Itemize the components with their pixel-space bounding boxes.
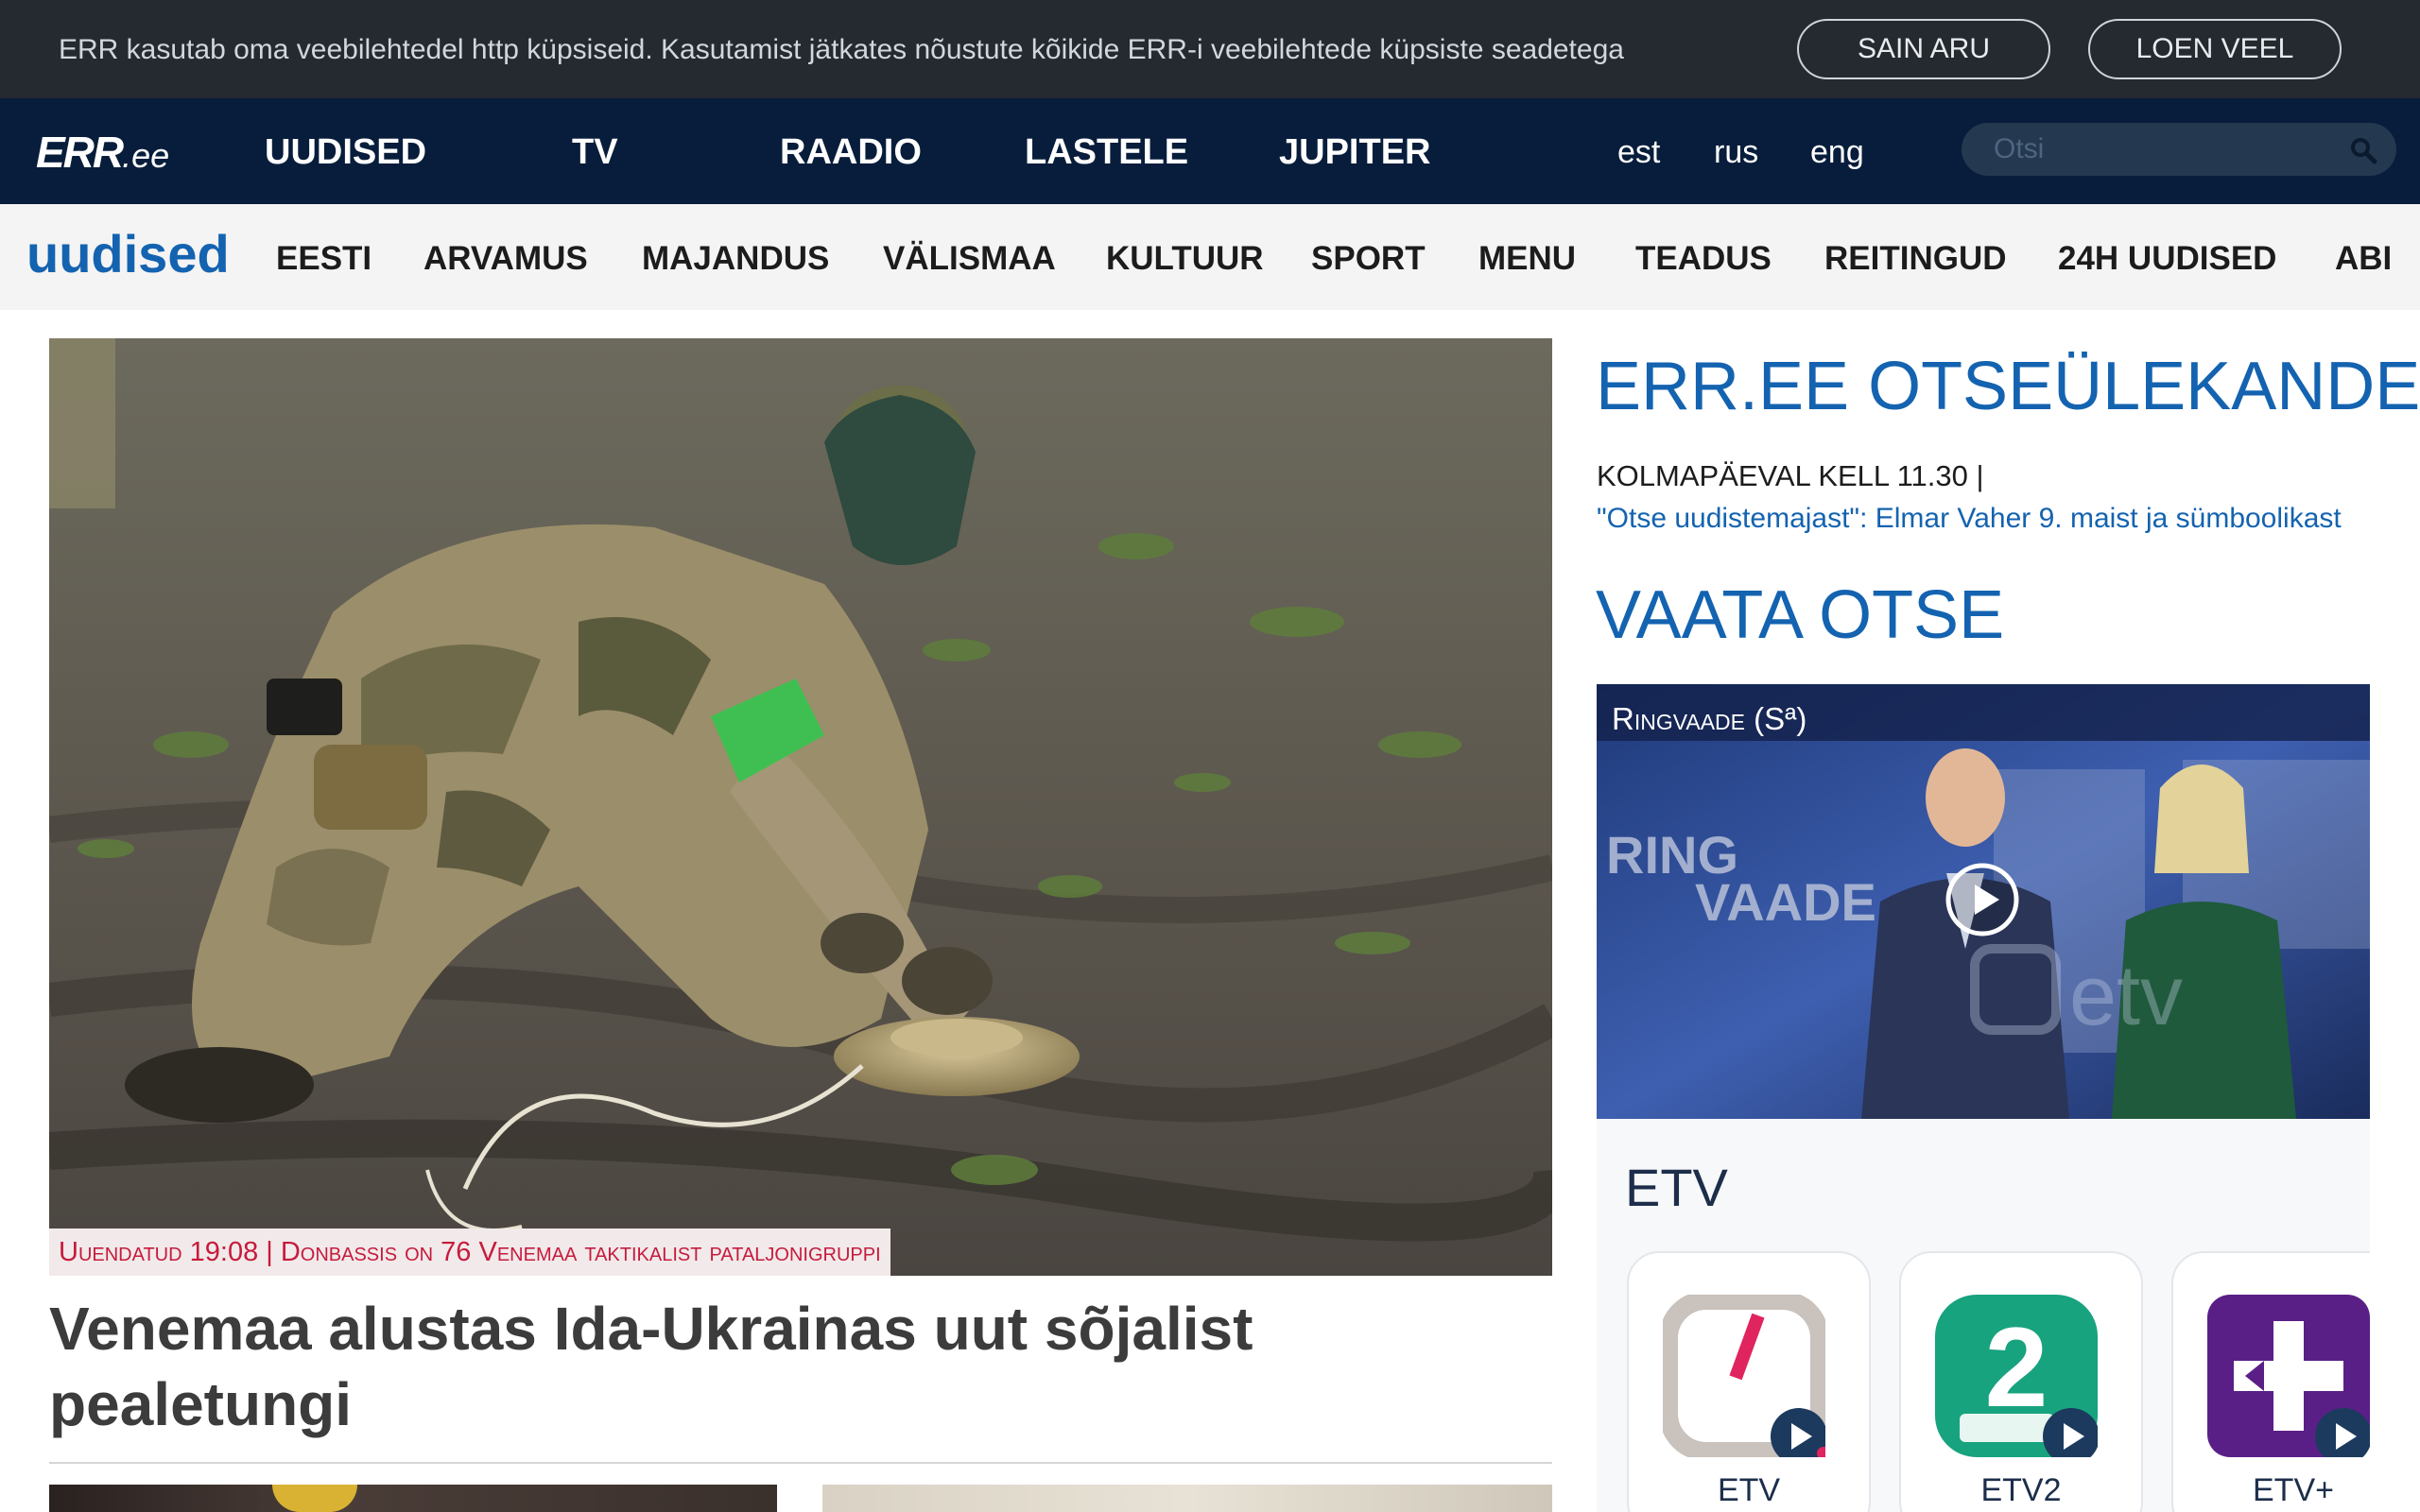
channel-card-etvplus[interactable]: ETV+ [2171,1251,2370,1512]
play-icon[interactable] [1945,862,2020,937]
video-label: Ringvaade (Sª) [1612,701,1807,736]
language-est[interactable]: est [1617,134,1660,171]
live-broadcast-time: KOLMAPÄEVAL KELL 11.30 | [1597,459,1984,492]
search-box [1962,123,2396,176]
cookie-accept-button[interactable]: SAIN ARU [1797,19,2050,79]
video-watermark: etv [2069,949,2183,1043]
live-video-player[interactable]: RING VAADE etv Ringvaade (Sª) [1597,684,2370,1119]
etv2-logo-icon: 2 [1935,1295,2098,1457]
channel-name: ETV2 [1980,1472,2062,1508]
section-item-reitingud[interactable]: REITINGUD [1824,240,2007,278]
section-navigation: uudised EESTI ARVAMUS MAJANDUS VÄLISMAA … [0,204,2420,310]
search-icon[interactable] [2349,136,2377,164]
nav-item-jupiter[interactable]: JUPITER [1279,132,1430,173]
logo-suffix-text: .ee [122,136,170,175]
main-navigation: ERR .ee UUDISED TV RAADIO LASTELE JUPITE… [0,98,2420,204]
watch-live-heading[interactable]: VAATA OTSE [1596,576,2004,654]
article-thumbnail[interactable] [822,1485,1552,1512]
section-item-arvamus[interactable]: ARVAMUS [424,240,588,278]
section-title[interactable]: uudised [26,223,230,284]
studio-text-2: VAADE [1695,872,1876,932]
channel-heading: ETV [1625,1158,1728,1217]
section-item-abi[interactable]: ABI [2335,240,2392,278]
section-item-majandus[interactable]: MAJANDUS [642,240,829,278]
nav-item-lastele[interactable]: LASTELE [1025,132,1188,173]
etv-logo-icon [1663,1295,1825,1457]
live-broadcasts-heading[interactable]: ERR.EE OTSEÜLEKANDED [1596,348,2420,425]
search-input[interactable] [1994,130,2334,168]
hero-headline[interactable]: Venemaa alustas Ida-Ukrainas uut sõjalis… [49,1291,1552,1442]
section-item-kultuur[interactable]: KULTUUR [1106,240,1264,278]
cookie-read-more-button[interactable]: LOEN VEEL [2088,19,2342,79]
section-item-valismaa[interactable]: VÄLISMAA [883,240,1056,278]
hero-article-image-link[interactable]: Uuendatud 19:08 | Donbassis on 76 Venema… [49,338,1552,1276]
nav-item-tv[interactable]: TV [572,132,618,173]
section-item-menu[interactable]: MENU [1478,240,1576,278]
section-item-eesti[interactable]: EESTI [276,240,372,278]
nav-item-raadio[interactable]: RAADIO [780,132,922,173]
divider [49,1462,1552,1464]
language-rus[interactable]: rus [1714,134,1758,171]
channel-card-etv[interactable]: ETV [1627,1251,1871,1512]
section-item-sport[interactable]: SPORT [1311,240,1426,278]
cookie-text: ERR kasutab oma veebilehtedel http küpsi… [59,34,1624,65]
section-item-teadus[interactable]: TEADUS [1635,240,1772,278]
channel-name: ETV [1717,1472,1781,1508]
hero-caption[interactable]: Uuendatud 19:08 | Donbassis on 76 Venema… [49,1228,890,1276]
hero-photo [49,338,1552,1276]
channel-panel: ETV ETV 2 ETV2 ETV+ [1597,1119,2370,1512]
cookie-bar: ERR kasutab oma veebilehtedel http küpsi… [0,0,2420,98]
nav-item-uudised[interactable]: UUDISED [265,132,426,173]
svg-text:2: 2 [1985,1304,2048,1431]
live-broadcast-link[interactable]: "Otse uudistemajast": Elmar Vaher 9. mai… [1597,503,2342,535]
logo-main-text: ERR [36,128,124,177]
language-eng[interactable]: eng [1810,134,1864,171]
article-thumbnail[interactable] [49,1485,777,1512]
channel-card-etv2[interactable]: 2 ETV2 [1899,1251,2143,1512]
channel-name: ETV+ [2253,1472,2334,1508]
err-logo[interactable]: ERR .ee [36,127,170,177]
section-item-24h-uudised[interactable]: 24H UUDISED [2058,240,2276,278]
thumbnail-detail [272,1485,357,1512]
etvplus-logo-icon [2207,1295,2370,1457]
